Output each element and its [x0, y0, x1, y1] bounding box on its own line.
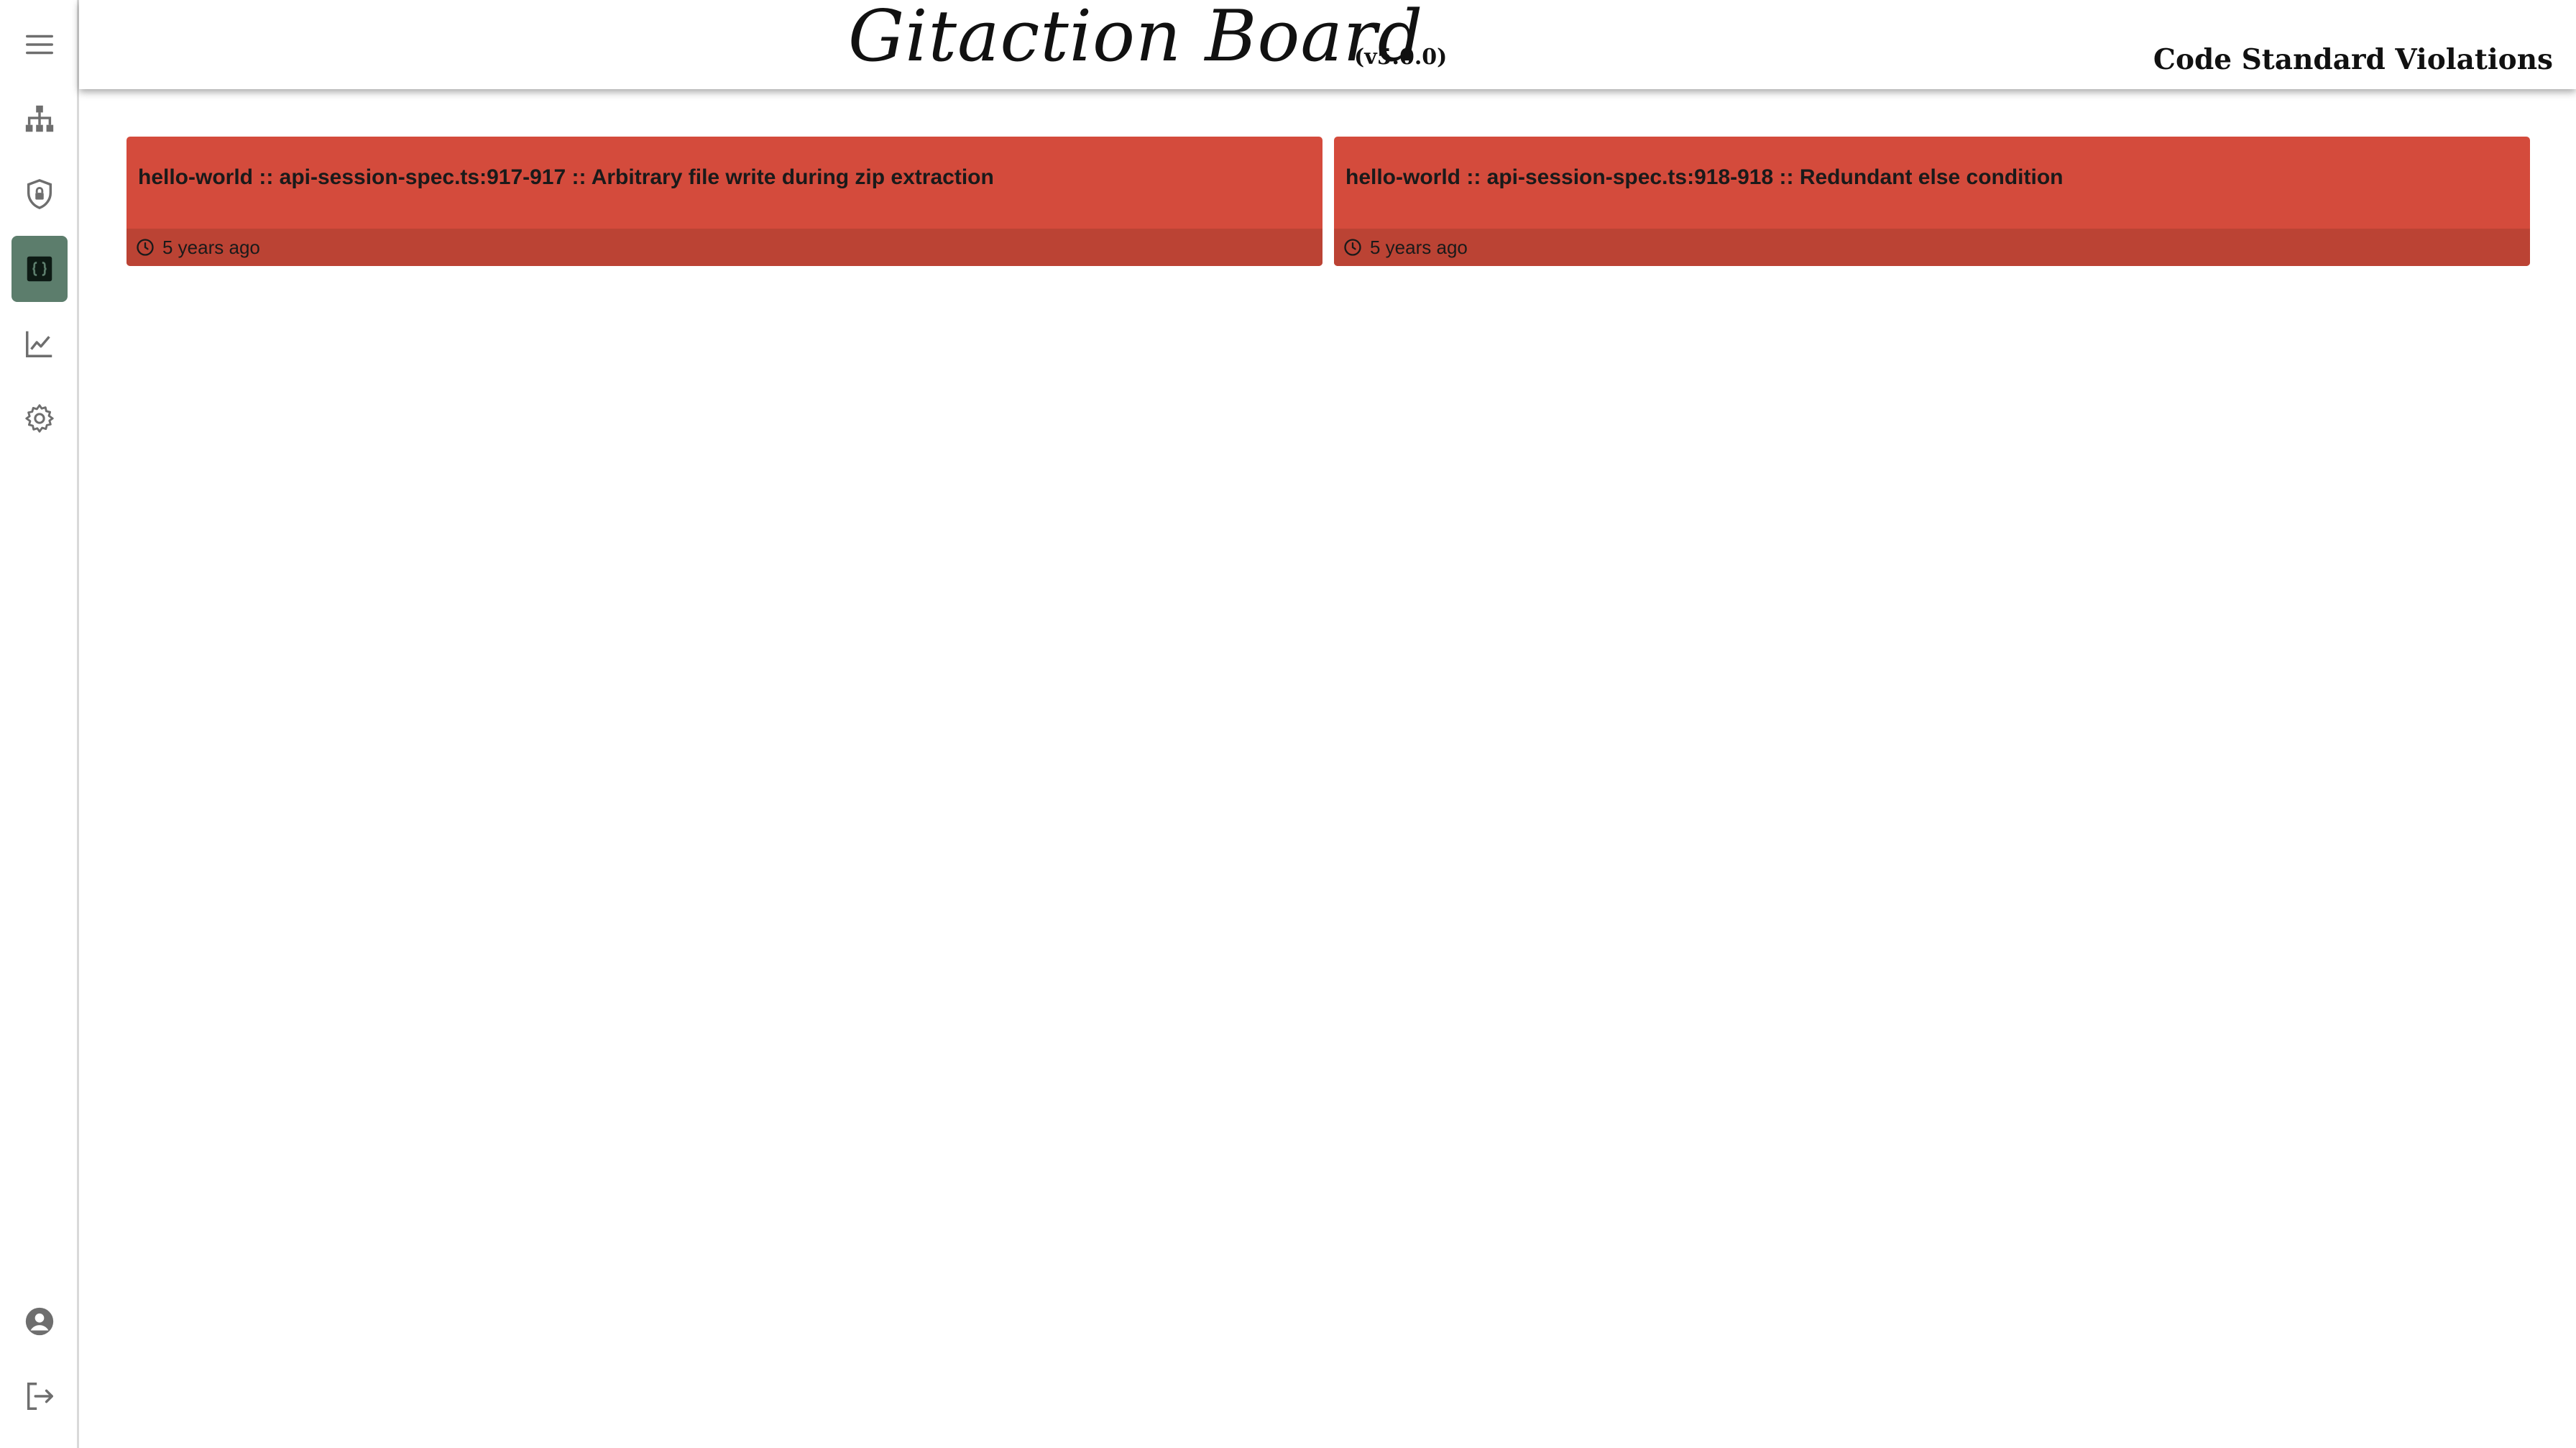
app-version: (v5.0.0)	[1354, 45, 1448, 70]
sidebar-item-code-standards[interactable]	[12, 236, 68, 302]
violation-title: hello-world :: api-session-spec.ts:918-9…	[1346, 165, 2064, 189]
logout-icon	[27, 1383, 53, 1410]
code-braces-icon	[27, 256, 52, 282]
menu-icon	[26, 35, 53, 55]
sidebar-item-security[interactable]	[12, 161, 68, 227]
sidebar	[0, 0, 79, 1448]
clock-icon	[137, 239, 154, 256]
violation-time: 5 years ago	[162, 236, 260, 258]
violation-footer: 5 years ago	[1334, 229, 2530, 266]
violation-footer: 5 years ago	[126, 229, 1322, 266]
menu-button[interactable]	[12, 12, 68, 78]
app-frame: Gitaction Board (v5.0.0) Code Standard V…	[0, 0, 2576, 1448]
violation-time: 5 years ago	[1370, 236, 1468, 258]
clock-icon	[1344, 239, 1361, 256]
page-title: Code Standard Violations	[2153, 43, 2553, 76]
sitemap-icon	[25, 105, 54, 132]
sidebar-item-metrics[interactable]	[12, 311, 68, 377]
account-icon	[25, 1307, 54, 1336]
violation-card[interactable]: hello-world :: api-session-spec.ts:917-9…	[126, 137, 1322, 266]
chart-line-icon	[26, 331, 52, 357]
shield-lock-icon	[27, 178, 52, 210]
violation-title: hello-world :: api-session-spec.ts:917-9…	[138, 165, 994, 189]
app-brand: Gitaction Board	[848, 0, 1424, 78]
sidebar-item-account[interactable]	[12, 1288, 68, 1355]
app-header: Gitaction Board (v5.0.0) Code Standard V…	[79, 0, 2576, 89]
sidebar-item-logout[interactable]	[12, 1363, 68, 1429]
gear-icon	[25, 404, 54, 433]
sidebar-item-repositories[interactable]	[12, 86, 68, 152]
sidebar-item-settings[interactable]	[12, 385, 68, 452]
violation-card[interactable]: hello-world :: api-session-spec.ts:918-9…	[1334, 137, 2530, 266]
